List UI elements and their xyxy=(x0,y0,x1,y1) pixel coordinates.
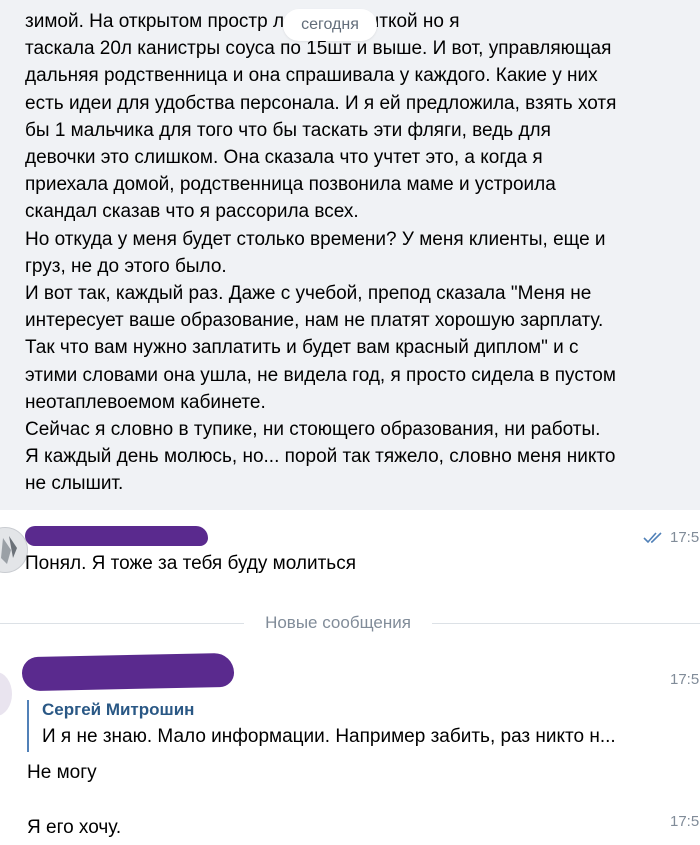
reply-text[interactable]: И я не знаю. Мало информации. Например з… xyxy=(42,726,616,748)
avatar-image xyxy=(0,528,27,572)
reply-author[interactable]: Сергей Митрошин xyxy=(42,700,194,720)
message-line: скандал сказав что я рассорила всех. xyxy=(25,201,359,223)
message-line: груз, не до этого было. xyxy=(25,255,227,277)
message-line: Но откуда у меня будет столько времени? … xyxy=(25,228,606,250)
avatar[interactable] xyxy=(0,672,12,716)
message-line: приехала домой, родственница позвонила м… xyxy=(25,174,556,196)
divider-line-left xyxy=(0,623,244,624)
redacted-name-scribble xyxy=(21,652,235,692)
message-text: Не могу xyxy=(27,762,97,783)
message-line: не слышит. xyxy=(25,473,124,495)
message-text: зимой. На открытом простр ла официанткой… xyxy=(25,8,685,498)
avatar[interactable] xyxy=(0,527,28,573)
message-line: есть идеи для удобства персонала. И я ей… xyxy=(25,92,617,114)
message-highlighted[interactable]: зимой. На открытом простр ла официанткой… xyxy=(0,0,700,510)
message-line: дальняя родственница и она спрашивала у … xyxy=(25,65,598,87)
message-time: 17:5 xyxy=(670,671,700,688)
double-check-icon xyxy=(643,530,665,544)
divider-line-right xyxy=(432,623,700,624)
message-line: неотаплевоемом кабинете. xyxy=(25,391,266,413)
message-line: девочки это слишком. Она сказала что учт… xyxy=(25,147,543,169)
new-messages-divider: Новые сообщения xyxy=(265,613,411,632)
reply-quote-bar xyxy=(27,700,29,752)
date-separator: сегодня xyxy=(283,9,377,41)
message-line: этими словами она ушла, не видела год, я… xyxy=(25,364,616,386)
message-time: 17:5 xyxy=(670,529,700,546)
message-line: интересует ваше образование, нам не плат… xyxy=(25,310,604,332)
message-line: Я каждый день молюсь, но... порой так тя… xyxy=(25,446,616,468)
message-time: 17:5 xyxy=(670,813,700,830)
redacted-name-scribble xyxy=(25,526,208,546)
message-line: И вот так, каждый раз. Даже с учебой, пр… xyxy=(25,283,592,305)
avatar-image xyxy=(0,672,12,716)
message-text: Я его хочу. xyxy=(27,817,122,838)
message-line: Так что вам нужно заплатить и будет вам … xyxy=(25,337,579,359)
message-line: Сейчас я словно в тупике, ни стоющего об… xyxy=(25,419,601,441)
message-text: Понял. Я тоже за тебя буду молиться xyxy=(25,553,356,574)
message-line: бы 1 мальчика для того что бы таскать эт… xyxy=(25,119,551,141)
